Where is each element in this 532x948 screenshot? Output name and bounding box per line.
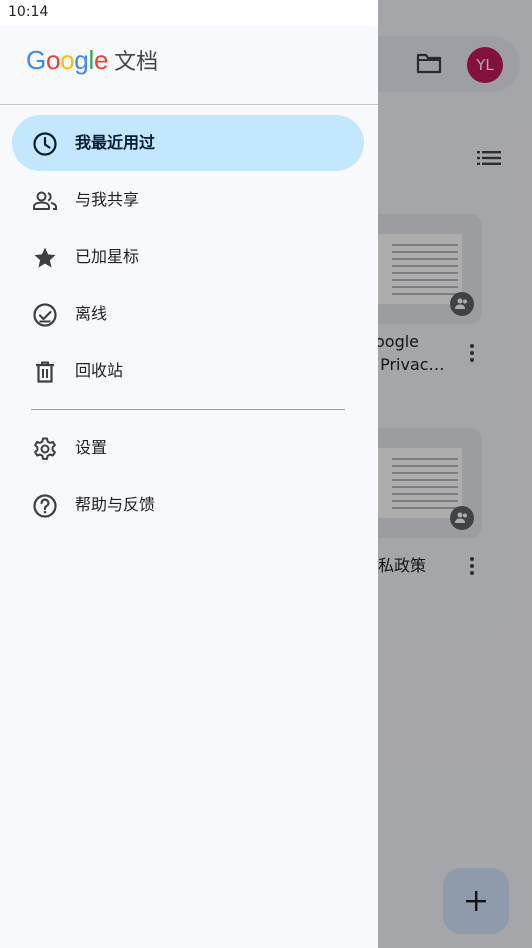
- nav-item-offline[interactable]: 离线: [12, 286, 364, 342]
- nav-item-recent[interactable]: 我最近用过: [12, 115, 364, 171]
- help-icon: [33, 494, 57, 518]
- nav-item-label: 回收站: [75, 361, 124, 380]
- nav-item-label: 已加星标: [75, 247, 140, 266]
- nav-item-label: 与我共享: [75, 190, 140, 209]
- google-logo-letter: g: [74, 44, 89, 75]
- nav-item-shared-with-me[interactable]: 与我共享: [12, 172, 364, 228]
- star-icon: [34, 247, 56, 268]
- navigation-drawer: 10:14 Google 文档 我最近用过 与我共享 已加星标 离线 回收站 设…: [0, 0, 378, 948]
- nav-item-label: 我最近用过: [75, 133, 156, 152]
- header-divider: [0, 104, 378, 105]
- gear-icon: [34, 437, 56, 460]
- product-name: 文档: [114, 50, 159, 75]
- google-logo-letter: o: [60, 44, 75, 75]
- status-time: 10:14: [8, 4, 49, 20]
- clock-icon: [33, 132, 57, 156]
- people-icon: [33, 191, 57, 210]
- google-logo-letter: G: [26, 44, 46, 75]
- nav-item-trash[interactable]: 回收站: [12, 343, 364, 399]
- nav-item-label: 离线: [75, 304, 108, 323]
- nav-item-help-feedback[interactable]: 帮助与反馈: [12, 477, 364, 533]
- nav-item-settings[interactable]: 设置: [12, 420, 364, 476]
- google-logo: Google: [26, 45, 108, 76]
- status-bar: 10:14: [0, 0, 378, 26]
- google-logo-letter: o: [45, 44, 61, 75]
- trash-icon: [36, 361, 54, 383]
- google-logo-letter: e: [93, 44, 109, 75]
- offline-check-icon: [33, 303, 57, 327]
- section-divider: [31, 409, 345, 410]
- app-brand: Google 文档: [26, 44, 158, 76]
- nav-item-label: 帮助与反馈: [75, 495, 156, 514]
- nav-item-starred[interactable]: 已加星标: [12, 229, 364, 285]
- nav-item-label: 设置: [75, 438, 108, 457]
